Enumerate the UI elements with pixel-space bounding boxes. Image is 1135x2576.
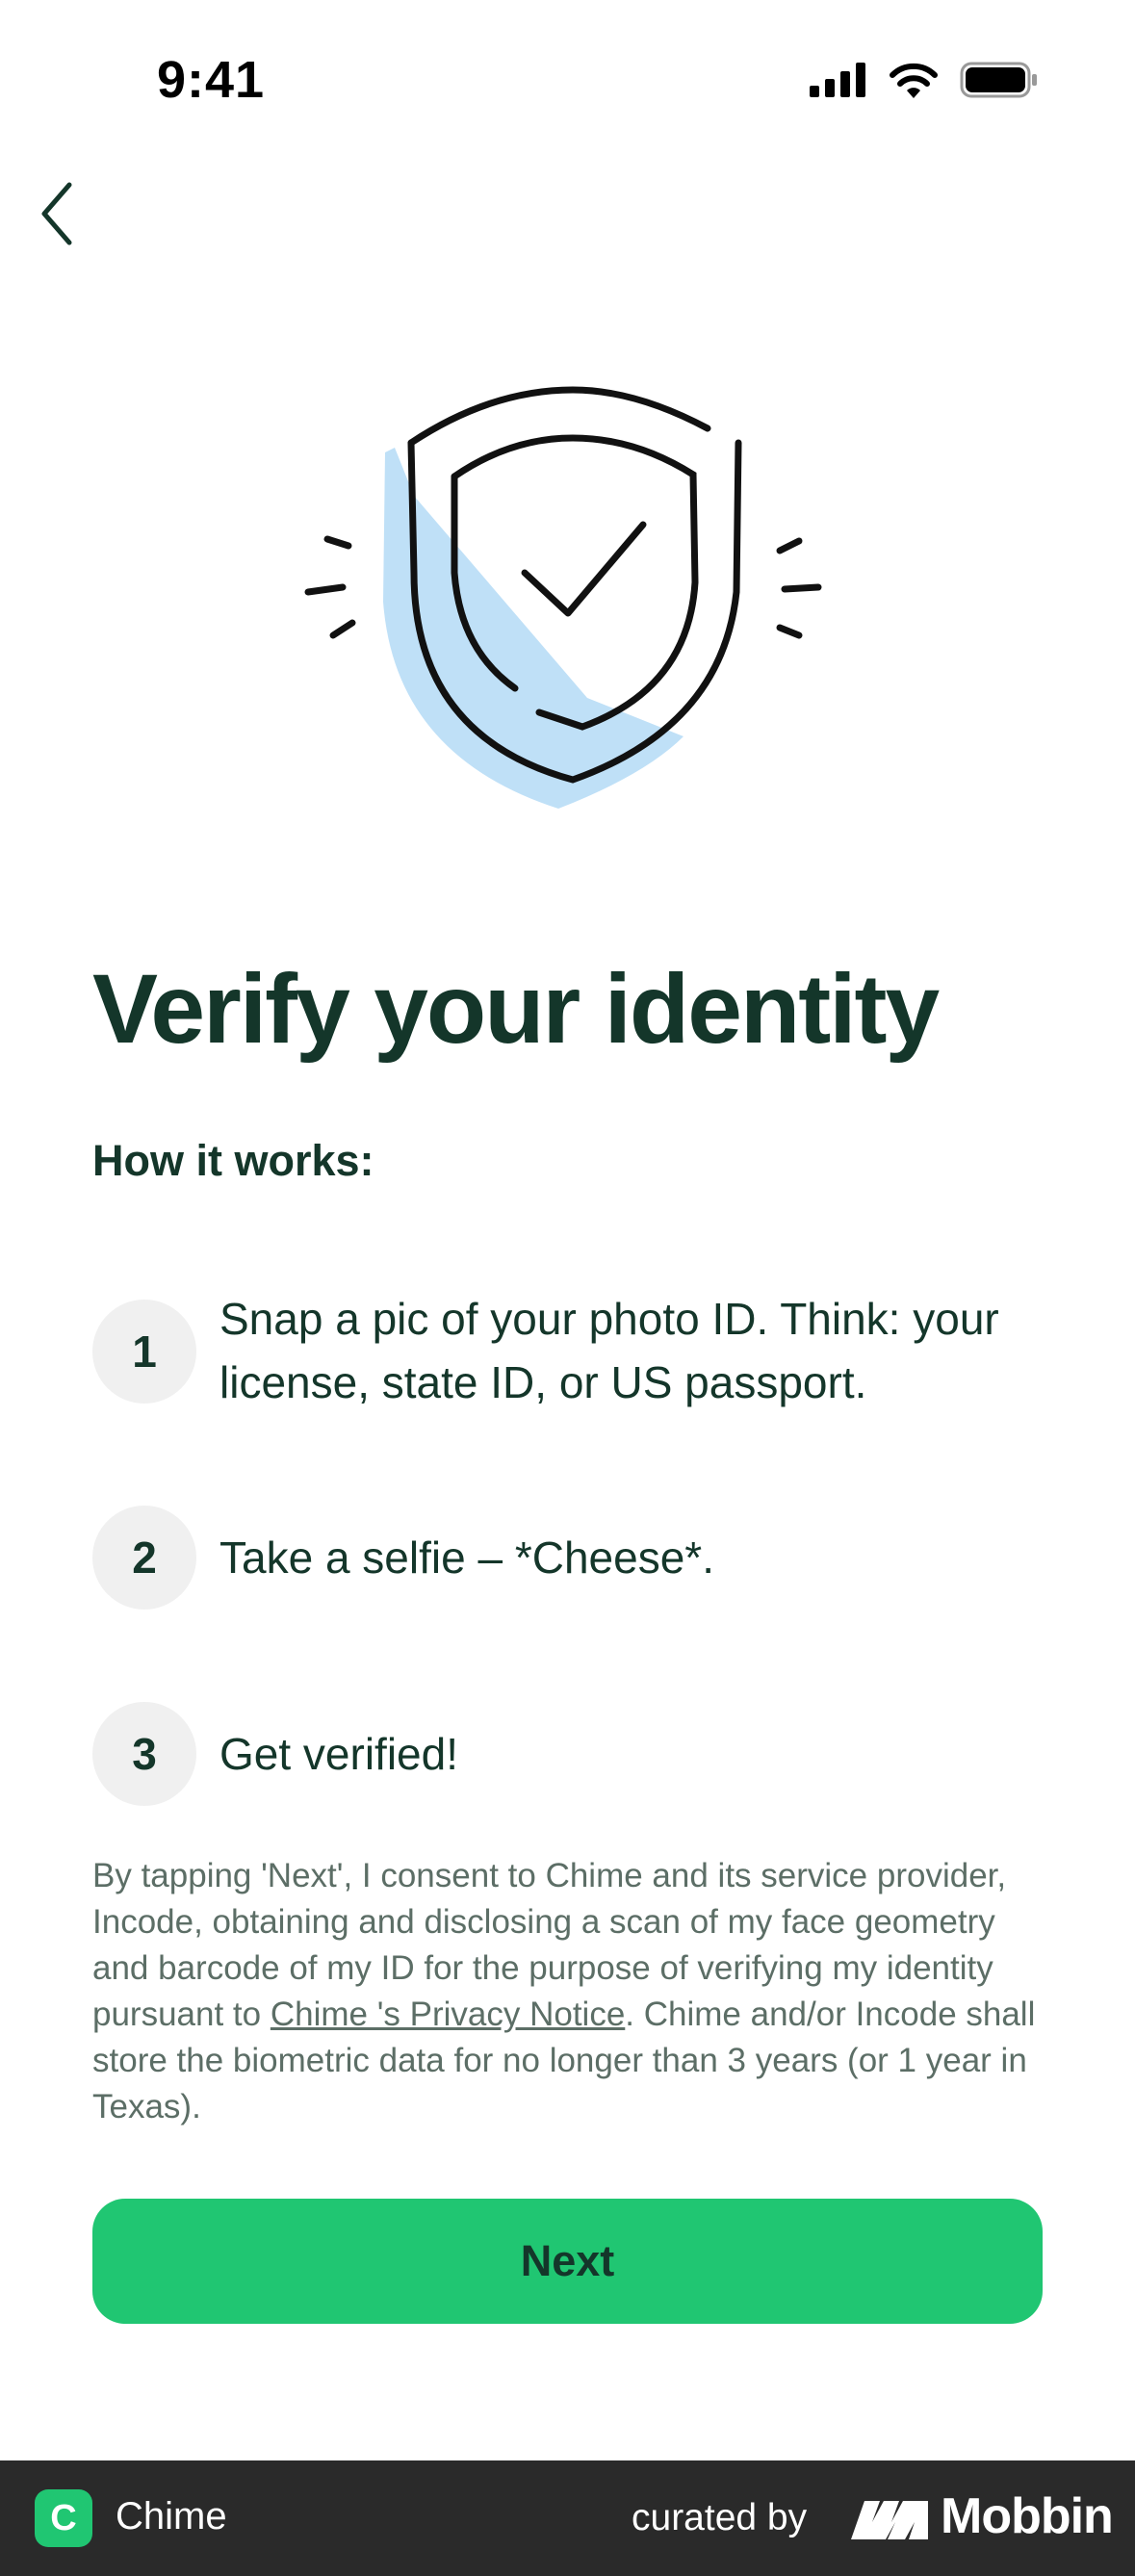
chime-app-icon: C <box>35 2489 92 2547</box>
footer-bar: C Chime curated by Mobbin <box>0 2460 1135 2576</box>
step-number-badge: 1 <box>92 1300 196 1404</box>
step-text: Snap a pic of your photo ID. Think: your… <box>219 1287 999 1414</box>
step-text: Get verified! <box>219 1729 458 1779</box>
mobbin-logo-icon <box>851 2501 928 2539</box>
status-time: 9:41 <box>157 51 266 109</box>
step-number-badge: 3 <box>92 1702 196 1806</box>
cellular-signal-icon <box>810 63 865 97</box>
app-name: Chime <box>116 2495 227 2537</box>
privacy-notice-link[interactable]: Chime 's Privacy Notice <box>271 1996 625 2033</box>
step-number-badge: 2 <box>92 1506 196 1610</box>
wifi-icon <box>890 63 938 98</box>
how-it-works-heading: How it works: <box>92 1136 374 1185</box>
page-title: Verify your identity <box>92 954 940 1064</box>
step-text-line: Snap a pic of your photo ID. Think: your <box>219 1294 999 1344</box>
battery-icon <box>960 62 1037 98</box>
status-icons <box>810 62 1039 98</box>
mobbin-brand: Mobbin <box>941 2488 1114 2544</box>
chevron-left-icon <box>41 182 72 245</box>
step-text: Take a selfie – *Cheese*. <box>219 1533 714 1583</box>
shield-check-icon <box>304 386 822 809</box>
consent-text: By tapping 'Next', I consent to Chime an… <box>92 1853 1045 2130</box>
back-button[interactable] <box>37 179 87 248</box>
curated-by-label: curated by <box>632 2497 808 2538</box>
next-button[interactable]: Next <box>92 2199 1043 2324</box>
step-text-line: license, state ID, or US passport. <box>219 1357 867 1407</box>
status-bar: 9:41 <box>0 0 1135 164</box>
